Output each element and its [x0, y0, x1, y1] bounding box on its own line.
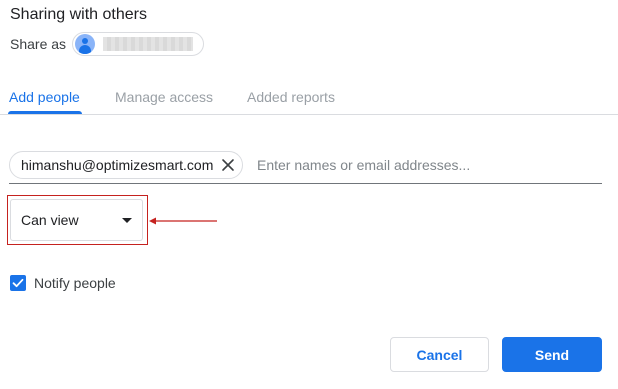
- account-circle-icon: [75, 34, 96, 54]
- account-selector[interactable]: [72, 32, 205, 56]
- close-icon[interactable]: [220, 157, 236, 173]
- permission-dropdown[interactable]: Can view: [10, 199, 143, 241]
- cancel-button[interactable]: Cancel: [390, 337, 489, 372]
- recipient-email: himanshu@optimizesmart.com: [21, 157, 214, 173]
- tab-add-people[interactable]: Add people: [9, 89, 80, 105]
- checkmark-icon: [12, 278, 24, 288]
- permission-selected-value: Can view: [21, 212, 79, 228]
- share-as-row: Share as: [10, 32, 205, 56]
- dialog-title: Sharing with others: [10, 6, 147, 23]
- tab-manage-access[interactable]: Manage access: [115, 89, 213, 105]
- tab-added-reports[interactable]: Added reports: [247, 89, 335, 105]
- tab-bar: Add people Manage access Added reports: [0, 82, 618, 115]
- dropdown-caret-icon: [122, 218, 132, 223]
- active-tab-indicator: [8, 111, 82, 114]
- notify-checkbox[interactable]: [10, 275, 26, 291]
- send-button[interactable]: Send: [502, 337, 602, 372]
- notify-label: Notify people: [34, 275, 116, 291]
- red-arrow-icon: [149, 217, 217, 225]
- redacted-account-name: [103, 37, 194, 51]
- recipient-chip: himanshu@optimizesmart.com: [9, 151, 244, 179]
- email-input[interactable]: [257, 154, 597, 176]
- share-as-label: Share as: [10, 36, 67, 52]
- notify-people-option[interactable]: Notify people: [10, 273, 116, 293]
- recipients-field: himanshu@optimizesmart.com: [9, 150, 602, 184]
